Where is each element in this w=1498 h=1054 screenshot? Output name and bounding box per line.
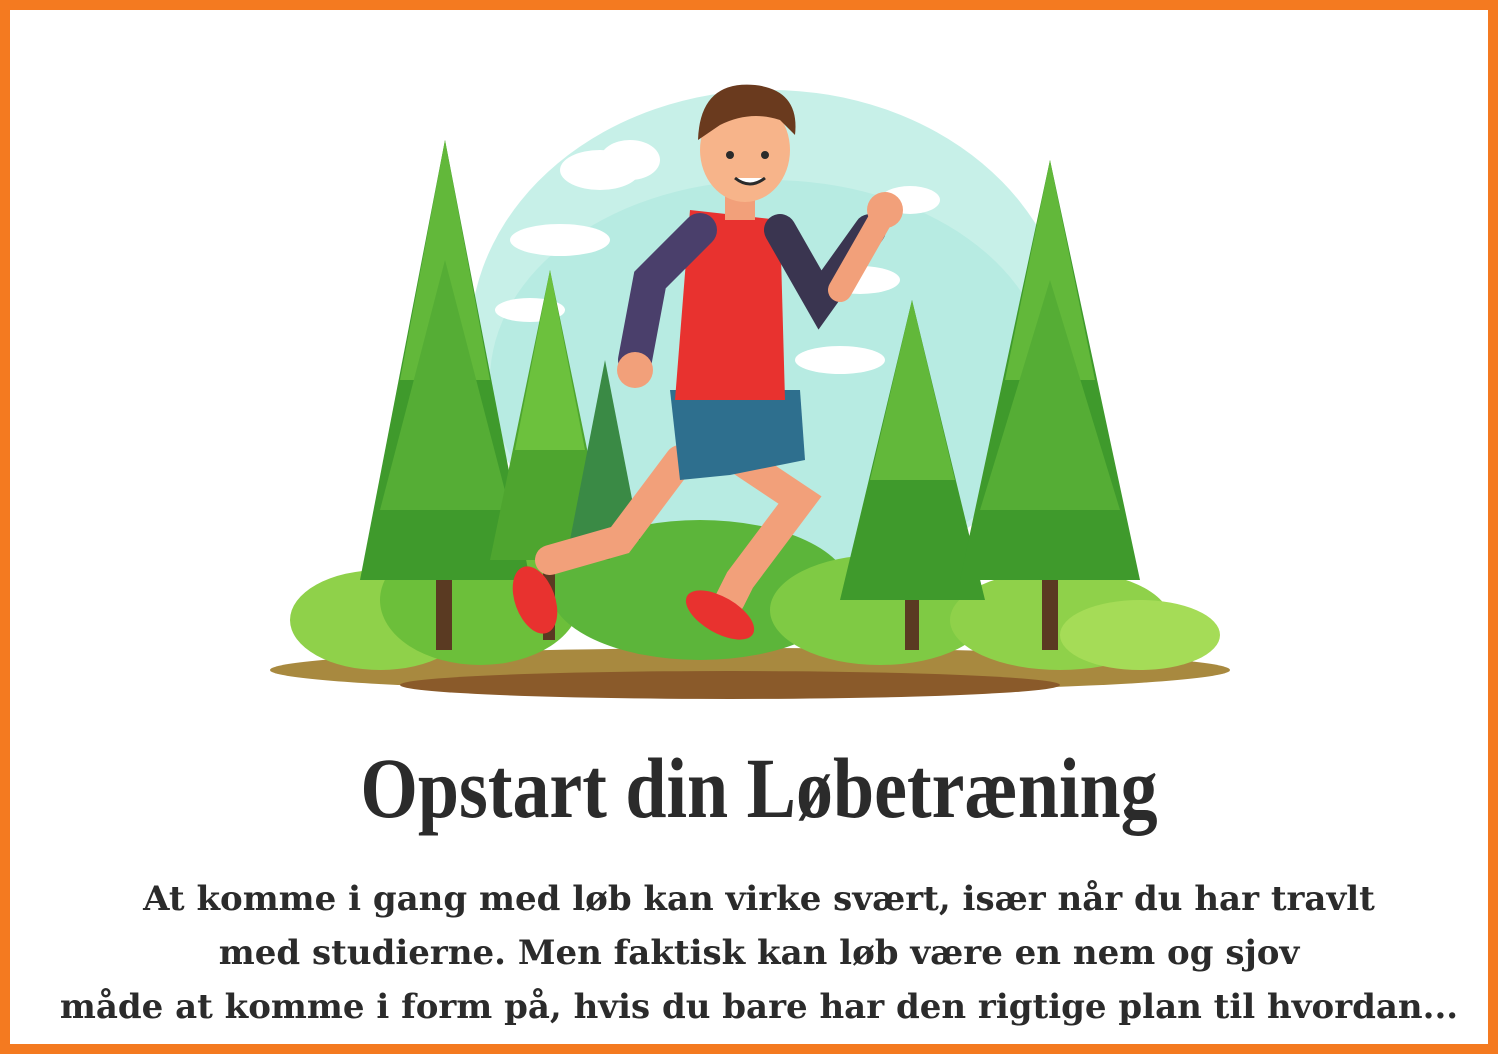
intro-paragraph: At komme i gang med løb kan virke svært,… — [30, 872, 1488, 1034]
page-title: Opstart din Løbetræning — [360, 740, 1158, 836]
intro-line-2: med studierne. Men faktisk kan løb være … — [218, 933, 1300, 973]
intro-line-3: måde at komme i form på, hvis du bare ha… — [59, 987, 1459, 1027]
runner-in-forest-illustration — [270, 84, 1230, 699]
intro-line-1: At komme i gang med løb kan virke svært,… — [143, 879, 1375, 919]
card-frame: Opstart din Løbetræning At komme i gang … — [0, 0, 1498, 1054]
